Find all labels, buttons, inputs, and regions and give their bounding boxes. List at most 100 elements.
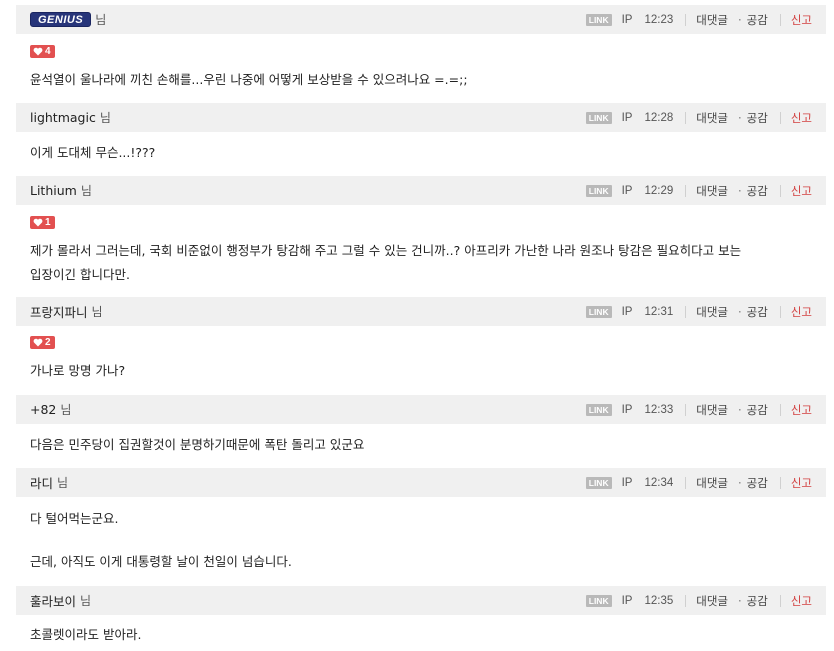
comment-item: 프랑지파니 님 LINK IP 12:31 대댓글 · 공감 신고 2 가나로 … xyxy=(16,297,826,387)
report-button[interactable]: 신고 xyxy=(791,593,812,609)
like-button[interactable]: 공감 xyxy=(747,110,768,126)
honorific: 님 xyxy=(80,184,92,198)
reply-button[interactable]: 대댓글 xyxy=(696,110,728,126)
like-count-badge: 2 xyxy=(30,336,55,349)
reply-button[interactable]: 대댓글 xyxy=(696,304,728,320)
honorific: 님 xyxy=(60,403,72,417)
comment-header: lightmagic 님 LINK IP 12:28 대댓글 · 공감 신고 xyxy=(16,103,826,132)
divider xyxy=(779,184,781,197)
comment-author[interactable]: 라디 님 xyxy=(30,473,68,492)
comment-meta: LINK IP 12:34 대댓글 · 공감 신고 xyxy=(585,468,812,497)
reply-button[interactable]: 대댓글 xyxy=(696,183,728,199)
comment-item: Lithium 님 LINK IP 12:29 대댓글 · 공감 신고 1 제가… xyxy=(16,176,826,291)
comment-text: 이게 도대체 무슨...!??? xyxy=(30,145,156,160)
comment-text: 윤석열이 울나라에 끼친 손해를...우린 나중에 어떻게 보상받을 수 있으려… xyxy=(30,72,468,87)
report-button[interactable]: 신고 xyxy=(791,12,812,28)
comment-author[interactable]: +82 님 xyxy=(30,401,71,418)
comment-header: 훌라보이 님 LINK IP 12:35 대댓글 · 공감 신고 xyxy=(16,586,826,615)
comment-time: 12:35 xyxy=(644,594,674,607)
dot-separator: · xyxy=(738,12,742,27)
link-button[interactable]: LINK xyxy=(585,305,612,318)
ip-label: IP xyxy=(621,13,633,26)
dot-separator: · xyxy=(738,183,742,198)
reply-button[interactable]: 대댓글 xyxy=(696,402,728,418)
divider xyxy=(779,305,781,318)
comment-time: 12:28 xyxy=(644,111,674,124)
dot-separator: · xyxy=(738,475,742,490)
divider xyxy=(685,403,687,416)
link-button[interactable]: LINK xyxy=(585,111,612,124)
like-button[interactable]: 공감 xyxy=(747,475,768,491)
comment-item: +82 님 LINK IP 12:33 대댓글 · 공감 신고 다음은 민주당이… xyxy=(16,395,826,463)
comment-header: GENIUS 님 LINK IP 12:23 대댓글 · 공감 신고 xyxy=(16,5,826,34)
heart-icon xyxy=(33,338,43,347)
comment-header: Lithium 님 LINK IP 12:29 대댓글 · 공감 신고 xyxy=(16,176,826,205)
like-button[interactable]: 공감 xyxy=(747,402,768,418)
comment-author[interactable]: 프랑지파니 님 xyxy=(30,302,103,321)
comment-time: 12:29 xyxy=(644,184,674,197)
report-button[interactable]: 신고 xyxy=(791,402,812,418)
comment-item: GENIUS 님 LINK IP 12:23 대댓글 · 공감 신고 4 윤석열… xyxy=(16,5,826,95)
like-button[interactable]: 공감 xyxy=(747,183,768,199)
ip-label: IP xyxy=(621,305,633,318)
report-button[interactable]: 신고 xyxy=(791,475,812,491)
comment-text: 다 털어먹는군요. xyxy=(30,511,119,526)
link-button[interactable]: LINK xyxy=(585,594,612,607)
like-button[interactable]: 공감 xyxy=(747,304,768,320)
divider xyxy=(685,184,687,197)
report-button[interactable]: 신고 xyxy=(791,110,812,126)
author-name[interactable]: 프랑지파니 xyxy=(30,302,88,321)
comment-text: 초콜렛이라도 받아라. xyxy=(30,627,142,642)
like-button[interactable]: 공감 xyxy=(747,593,768,609)
heart-icon xyxy=(33,47,43,56)
comment-time: 12:33 xyxy=(644,403,674,416)
comment-item: lightmagic 님 LINK IP 12:28 대댓글 · 공감 신고 이… xyxy=(16,103,826,173)
report-button[interactable]: 신고 xyxy=(791,304,812,320)
comment-time: 12:31 xyxy=(644,305,674,318)
link-button[interactable]: LINK xyxy=(585,184,612,197)
honorific: 님 xyxy=(91,305,103,319)
link-button[interactable]: LINK xyxy=(585,403,612,416)
honorific: 님 xyxy=(95,13,107,27)
comment-meta: LINK IP 12:31 대댓글 · 공감 신고 xyxy=(585,297,812,326)
link-button[interactable]: LINK xyxy=(585,476,612,489)
divider xyxy=(779,403,781,416)
author-name[interactable]: +82 xyxy=(30,402,56,417)
reply-button[interactable]: 대댓글 xyxy=(696,12,728,28)
comment-item: 라디 님 LINK IP 12:34 대댓글 · 공감 신고 다 털어먹는군요.… xyxy=(16,468,826,588)
author-name[interactable]: lightmagic xyxy=(30,110,96,125)
comment-author[interactable]: lightmagic 님 xyxy=(30,109,111,126)
like-button[interactable]: 공감 xyxy=(747,12,768,28)
comment-author[interactable]: Lithium 님 xyxy=(30,182,92,199)
author-name[interactable]: 훌라보이 xyxy=(30,591,76,610)
ip-label: IP xyxy=(621,476,633,489)
author-name[interactable]: Lithium xyxy=(30,183,77,198)
comment-meta: LINK IP 12:35 대댓글 · 공감 신고 xyxy=(585,586,812,615)
link-button[interactable]: LINK xyxy=(585,13,612,26)
author-name[interactable]: 라디 xyxy=(30,473,53,492)
comment-header: +82 님 LINK IP 12:33 대댓글 · 공감 신고 xyxy=(16,395,826,424)
comment-meta: LINK IP 12:28 대댓글 · 공감 신고 xyxy=(585,103,812,132)
comment-time: 12:23 xyxy=(644,13,674,26)
comment-item: 훌라보이 님 LINK IP 12:35 대댓글 · 공감 신고 초콜렛이라도 … xyxy=(16,586,826,651)
ip-label: IP xyxy=(621,184,633,197)
comment-author[interactable]: GENIUS 님 xyxy=(30,11,106,28)
like-count: 4 xyxy=(45,46,51,57)
like-count: 2 xyxy=(45,337,51,348)
comment-meta: LINK IP 12:33 대댓글 · 공감 신고 xyxy=(585,395,812,424)
comment-header: 프랑지파니 님 LINK IP 12:31 대댓글 · 공감 신고 xyxy=(16,297,826,326)
reply-button[interactable]: 대댓글 xyxy=(696,475,728,491)
divider xyxy=(779,111,781,124)
comment-text: 가나로 망명 가나? xyxy=(30,363,126,378)
reply-button[interactable]: 대댓글 xyxy=(696,593,728,609)
divider xyxy=(685,594,687,607)
divider xyxy=(685,476,687,489)
ip-label: IP xyxy=(621,111,633,124)
comment-author[interactable]: 훌라보이 님 xyxy=(30,591,91,610)
report-button[interactable]: 신고 xyxy=(791,183,812,199)
honorific: 님 xyxy=(57,476,69,490)
author-badge[interactable]: GENIUS xyxy=(30,12,92,27)
comment-header: 라디 님 LINK IP 12:34 대댓글 · 공감 신고 xyxy=(16,468,826,497)
like-count: 1 xyxy=(45,217,51,228)
comment-time: 12:34 xyxy=(644,476,674,489)
